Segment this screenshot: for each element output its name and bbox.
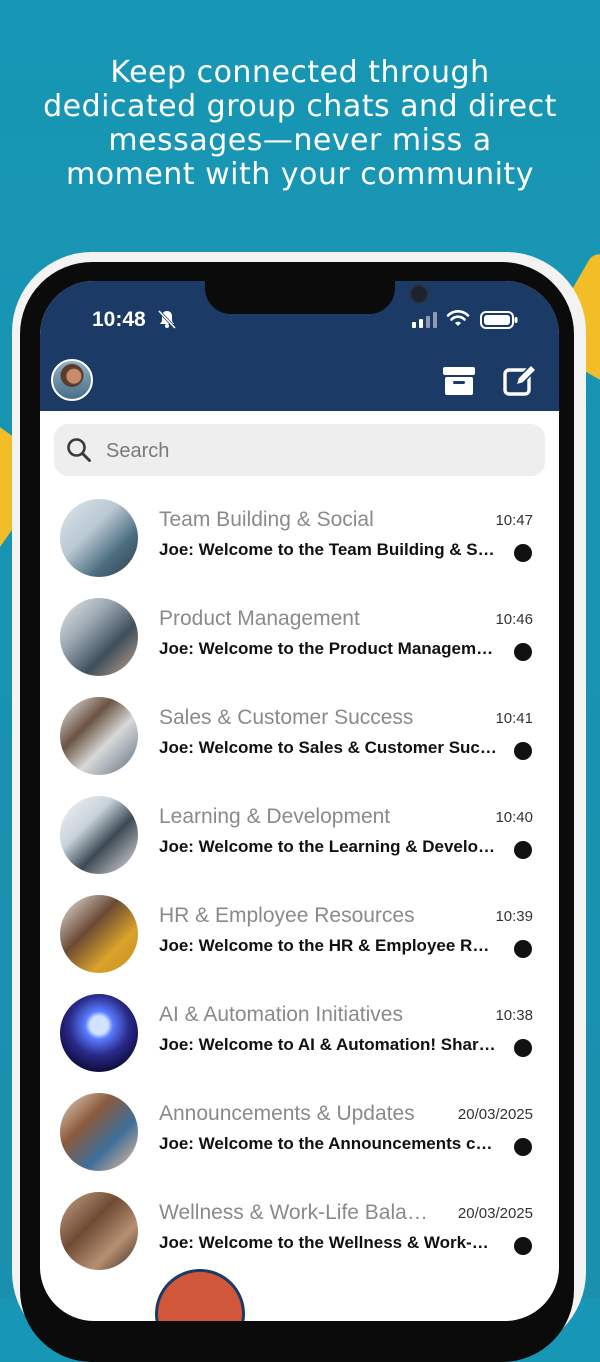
- app-screen: 10:48 Search Team Building & Social 10:4…: [40, 281, 559, 1321]
- chat-row-sales[interactable]: Sales & Customer Success 10:41 Joe: Welc…: [40, 689, 559, 788]
- search-input[interactable]: [104, 424, 528, 478]
- wifi-icon: [446, 310, 470, 326]
- camera-icon: [409, 284, 429, 304]
- signal-icon: [412, 312, 437, 328]
- chat-name: Team Building & Social: [159, 508, 374, 531]
- unread-dot: [514, 742, 532, 760]
- chat-preview: Joe: Welcome to the Announcements channe…: [159, 1134, 497, 1153]
- chat-preview: Joe: Welcome to the HR & Employee Resour…: [159, 936, 497, 955]
- chat-time: 10:47: [495, 512, 533, 529]
- chat-name: Learning & Development: [159, 805, 391, 828]
- search-icon: [67, 438, 91, 462]
- archive-icon[interactable]: [442, 365, 476, 397]
- compose-icon[interactable]: [502, 363, 538, 399]
- avatar[interactable]: [51, 359, 93, 401]
- group-avatar: [60, 994, 138, 1072]
- chat-preview: Joe: Welcome to the Product Management g…: [159, 639, 497, 658]
- chat-time: 20/03/2025: [457, 1106, 533, 1123]
- chat-time: 10:38: [495, 1007, 533, 1024]
- dynamic-island: [205, 281, 429, 314]
- chat-row-product-management[interactable]: Product Management 10:46 Joe: Welcome to…: [40, 590, 559, 689]
- group-avatar: [60, 1192, 138, 1270]
- chat-preview: Joe: Welcome to AI & Automation! Share y…: [159, 1035, 497, 1054]
- battery-icon: [480, 311, 518, 329]
- unread-dot: [514, 1237, 532, 1255]
- marketing-headline: Keep connected through dedicated group c…: [43, 55, 557, 192]
- app-header: 10:48: [40, 281, 559, 411]
- unread-dot: [514, 940, 532, 958]
- chat-name: AI & Automation Initiatives: [159, 1003, 403, 1026]
- chat-row-team-building[interactable]: Team Building & Social 10:47 Joe: Welcom…: [40, 491, 559, 590]
- chat-time: 10:40: [495, 809, 533, 826]
- chat-name: Product Management: [159, 607, 360, 630]
- chat-preview: Joe: Welcome to the Learning & Developme…: [159, 837, 497, 856]
- chat-row-wellness[interactable]: Wellness & Work-Life Balance 20/03/2025 …: [40, 1184, 559, 1283]
- chat-name: HR & Employee Resources: [159, 904, 415, 927]
- bell-muted-icon: [157, 309, 177, 329]
- group-avatar: [60, 1093, 138, 1171]
- chat-time: 20/03/2025: [457, 1205, 533, 1222]
- unread-dot: [514, 1039, 532, 1057]
- chat-preview: Joe: Welcome to Sales & Customer Success…: [159, 738, 497, 757]
- group-avatar: [60, 697, 138, 775]
- unread-dot: [514, 544, 532, 562]
- chat-time: 10:39: [495, 908, 533, 925]
- chat-row-ai[interactable]: AI & Automation Initiatives 10:38 Joe: W…: [40, 986, 559, 1085]
- chat-row-hr[interactable]: HR & Employee Resources 10:39 Joe: Welco…: [40, 887, 559, 986]
- unread-dot: [514, 643, 532, 661]
- chat-name: Announcements & Updates: [159, 1102, 415, 1125]
- chat-time: 10:41: [495, 710, 533, 727]
- search-bar[interactable]: [54, 424, 545, 478]
- status-time: 10:48: [92, 308, 146, 331]
- chat-row-announcements[interactable]: Announcements & Updates 20/03/2025 Joe: …: [40, 1085, 559, 1184]
- unread-dot: [514, 1138, 532, 1156]
- group-avatar: [60, 598, 138, 676]
- group-avatar: [60, 796, 138, 874]
- chat-preview: Joe: Welcome to the Team Building & Soci…: [159, 540, 497, 559]
- chat-time: 10:46: [495, 611, 533, 628]
- chat-name: Wellness & Work-Life Balance: [159, 1201, 429, 1224]
- chat-preview: Joe: Welcome to the Wellness & Work-Life…: [159, 1233, 497, 1252]
- unread-dot: [514, 841, 532, 859]
- chat-row-learning[interactable]: Learning & Development 10:40 Joe: Welcom…: [40, 788, 559, 887]
- chat-name: Sales & Customer Success: [159, 706, 414, 729]
- group-avatar: [60, 895, 138, 973]
- group-avatar: [60, 499, 138, 577]
